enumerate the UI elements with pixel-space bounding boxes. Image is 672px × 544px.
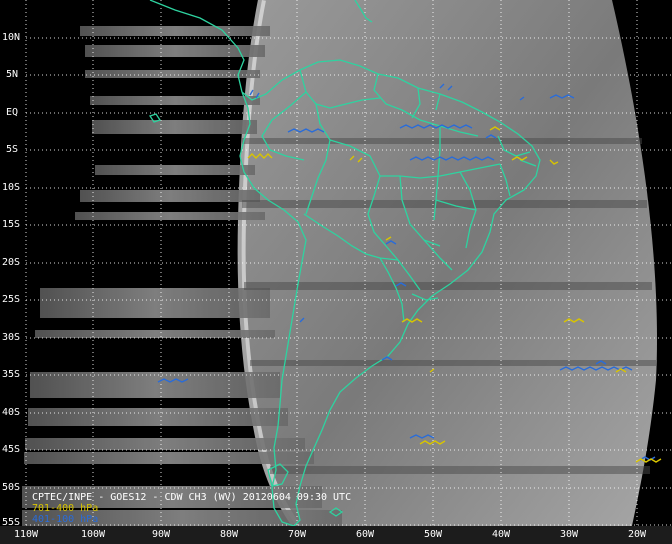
lon-label-90w: 90W bbox=[151, 529, 171, 540]
lon-label-20w: 20W bbox=[627, 529, 647, 540]
lat-label-45s: 45S bbox=[2, 444, 21, 455]
lat-label-5s: 5S bbox=[6, 144, 19, 155]
lat-label-35s: 35S bbox=[2, 369, 21, 380]
satellite-map-view: 10N 5N EQ 5S 10S 15S 20S 25S 30S 35S 40S… bbox=[0, 0, 672, 544]
lon-label-40w: 40W bbox=[491, 529, 511, 540]
map-canvas bbox=[22, 0, 672, 544]
caption-title: CPTEC/INPE - GOES12 - CDW CH3 (WV) 20120… bbox=[32, 492, 352, 503]
lon-label-70w: 70W bbox=[287, 529, 307, 540]
lat-label-10s: 10S bbox=[2, 182, 21, 193]
lon-label-50w: 50W bbox=[423, 529, 443, 540]
lat-label-15s: 15S bbox=[2, 219, 21, 230]
legend-701-400-hpa: 701-400 hPa bbox=[32, 503, 99, 514]
lat-label-50s: 50S bbox=[2, 482, 21, 493]
lon-label-110w: 110W bbox=[13, 529, 39, 540]
lat-label-30s: 30S bbox=[2, 332, 21, 343]
product-caption: CPTEC/INPE - GOES12 - CDW CH3 (WV) 20120… bbox=[32, 492, 351, 525]
lon-label-100w: 100W bbox=[80, 529, 106, 540]
lat-label-10n: 10N bbox=[2, 32, 21, 43]
lat-label-25s: 25S bbox=[2, 294, 21, 305]
lon-label-80w: 80W bbox=[219, 529, 239, 540]
lat-label-40s: 40S bbox=[2, 407, 21, 418]
lat-label-eq: EQ bbox=[6, 107, 19, 118]
lat-label-5n: 5N bbox=[6, 69, 19, 80]
lat-label-20s: 20S bbox=[2, 257, 21, 268]
lon-label-60w: 60W bbox=[355, 529, 375, 540]
legend-401-100-hpa: 401-100 hPa bbox=[32, 514, 99, 525]
lon-label-30w: 30W bbox=[559, 529, 579, 540]
